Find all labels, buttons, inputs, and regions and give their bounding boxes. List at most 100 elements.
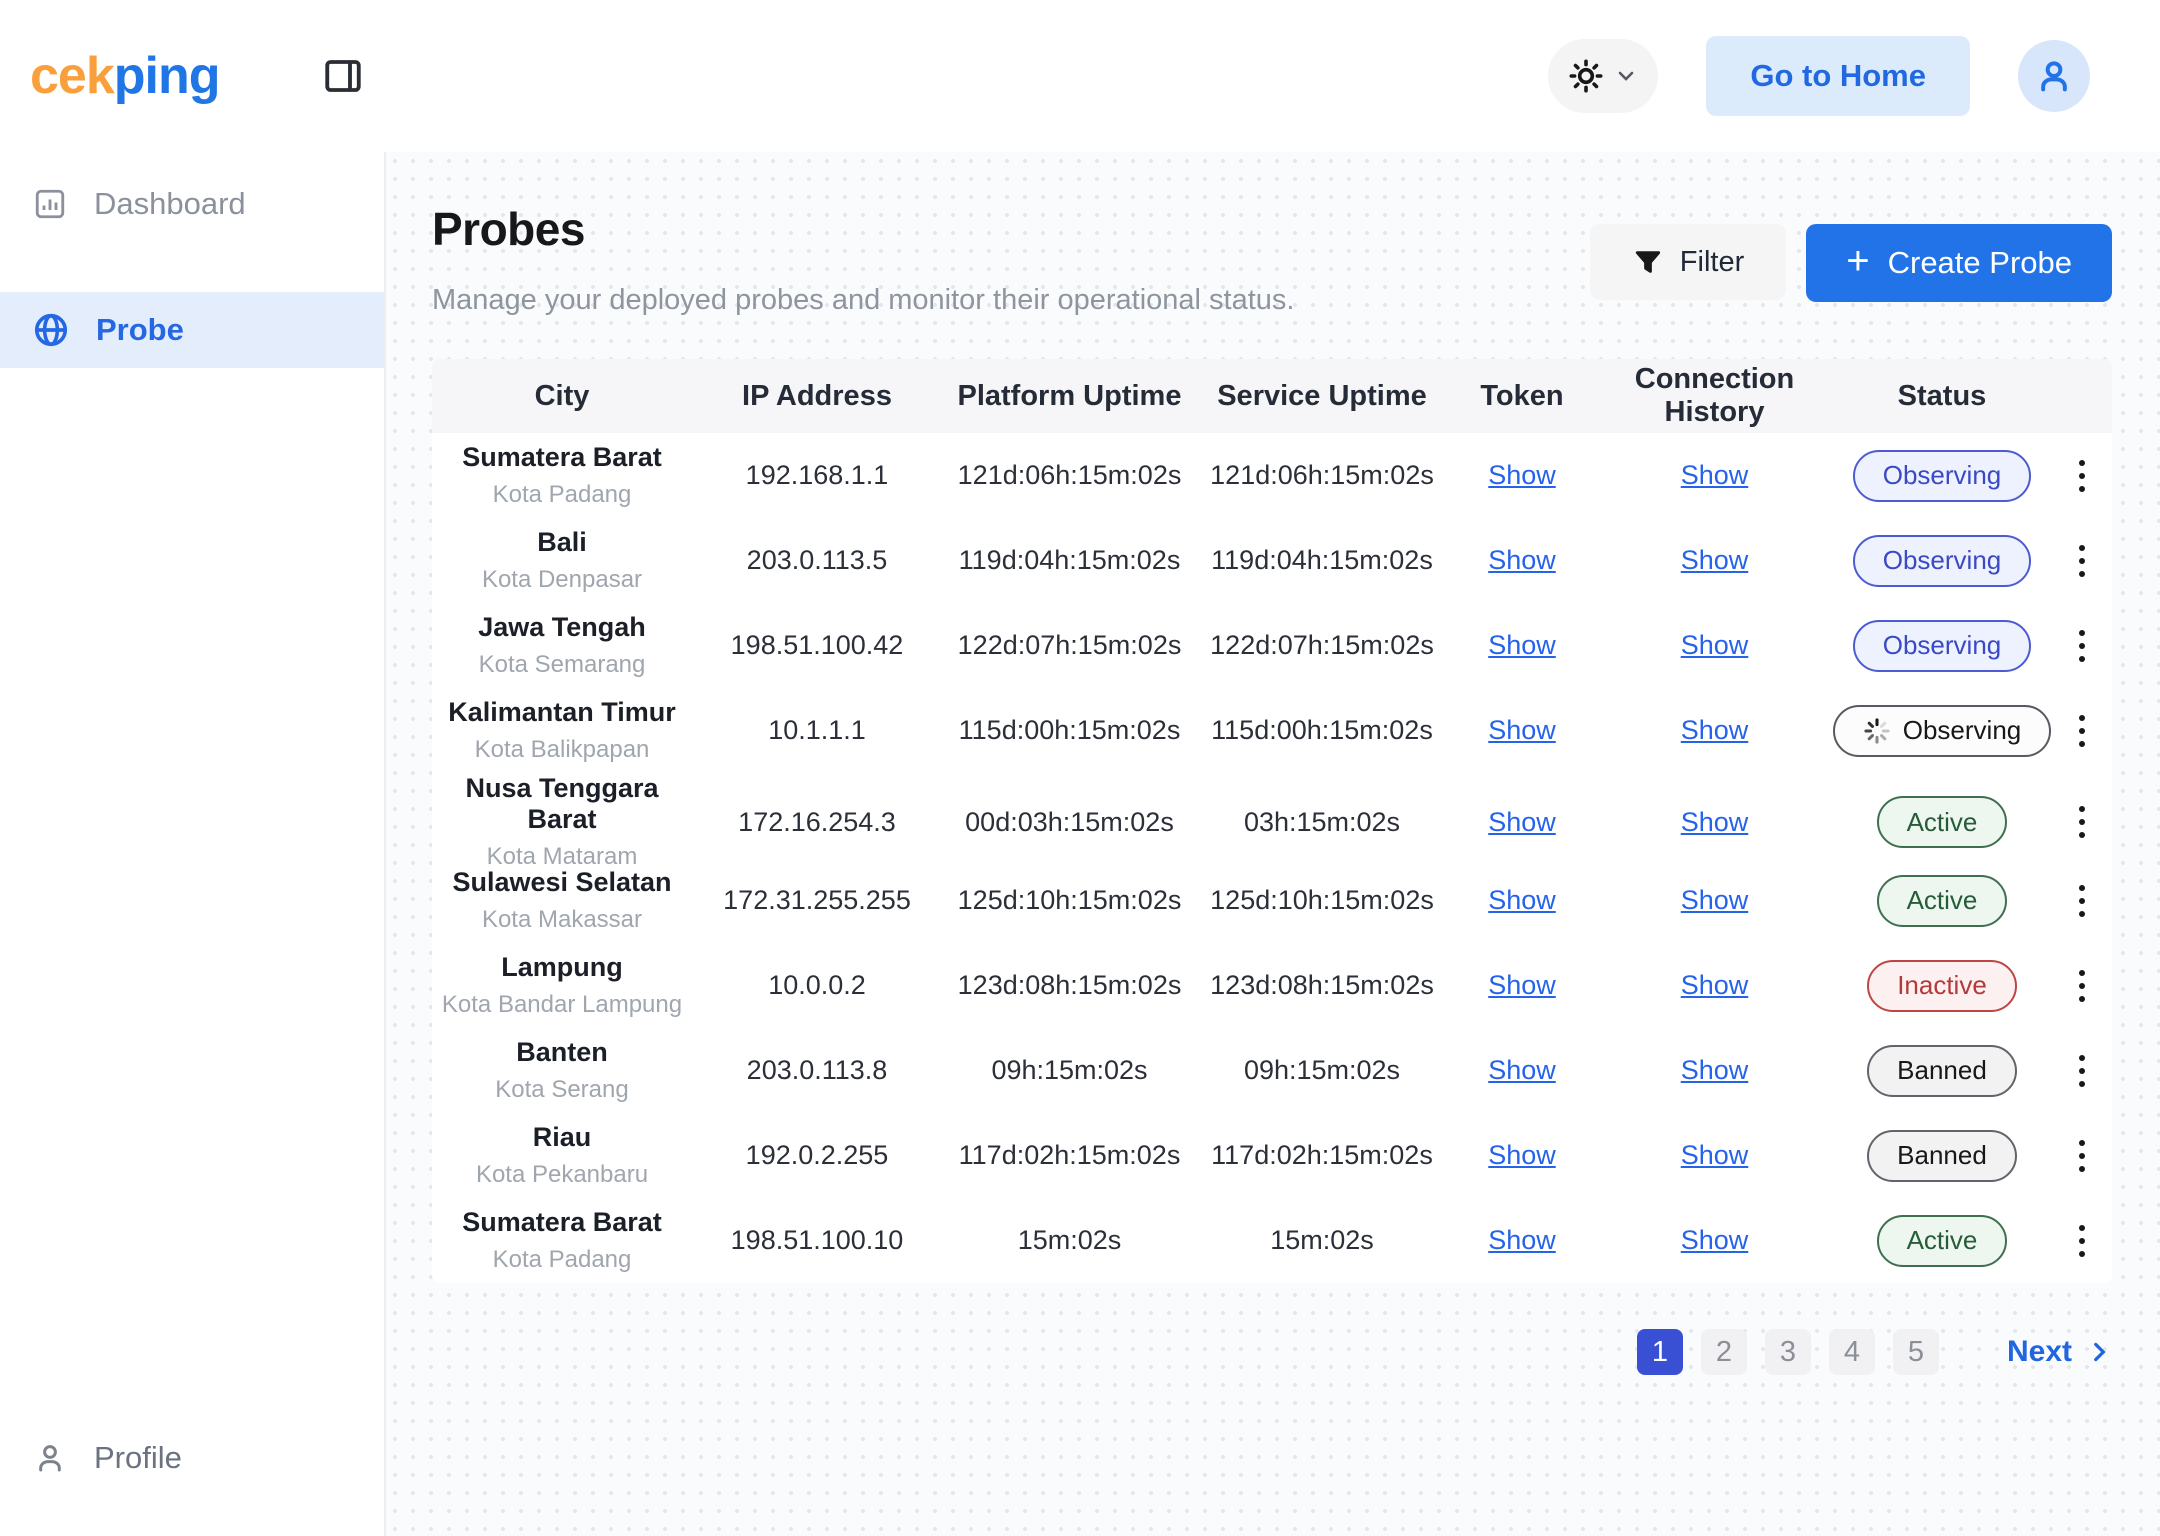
page-button-2[interactable]: 2: [1700, 1329, 1747, 1375]
status-label: Observing: [1882, 545, 2002, 575]
avatar[interactable]: [2018, 40, 2090, 112]
row-menu-button[interactable]: [2052, 1054, 2112, 1087]
token-show-link[interactable]: Show: [1488, 630, 1556, 660]
connection-history-show-link[interactable]: Show: [1681, 885, 1749, 915]
connection-history-show-link[interactable]: Show: [1681, 807, 1749, 837]
row-menu-button[interactable]: [2052, 1139, 2112, 1172]
row-menu-button[interactable]: [2052, 969, 2112, 1002]
platform-uptime: 00d:03h:15m:02s: [965, 806, 1174, 837]
status-label: Observing: [1902, 715, 2022, 745]
service-uptime: 125d:10h:15m:02s: [1210, 885, 1434, 915]
create-probe-button[interactable]: + Create Probe: [1806, 224, 2112, 302]
region-name: Banten: [516, 1037, 608, 1067]
sidebar-item-dashboard[interactable]: Dashboard: [0, 166, 384, 242]
token-show-link[interactable]: Show: [1488, 460, 1556, 490]
token-show-link[interactable]: Show: [1488, 545, 1556, 575]
token-show-link[interactable]: Show: [1488, 715, 1556, 745]
table-row: Banten Kota Serang 203.0.113.8 09h:15m:0…: [432, 1028, 2112, 1113]
go-to-home-button[interactable]: Go to Home: [1706, 36, 1970, 116]
column-header-connection-history: Connection History: [1634, 363, 1795, 428]
row-menu-button[interactable]: [2052, 544, 2112, 577]
token-show-link[interactable]: Show: [1488, 885, 1556, 915]
table-row: Nusa Tenggara Barat Kota Mataram 172.16.…: [432, 773, 2112, 870]
user-icon: [32, 1440, 68, 1476]
sidebar-item-label: Probe: [96, 312, 184, 347]
column-header-platform-uptime: Platform Uptime: [957, 379, 1182, 412]
token-show-link[interactable]: Show: [1488, 807, 1556, 837]
plus-icon: +: [1846, 239, 1870, 283]
filter-button[interactable]: Filter: [1589, 224, 1787, 300]
status-label: Active: [1906, 885, 1978, 915]
connection-history-show-link[interactable]: Show: [1681, 970, 1749, 1000]
row-menu-button[interactable]: [2052, 629, 2112, 662]
region-name: Sumatera Barat: [462, 1207, 662, 1237]
page-button-1[interactable]: 1: [1636, 1329, 1683, 1375]
city-name: Kota Bandar Lampung: [441, 991, 683, 1018]
table-row: Jawa Tengah Kota Semarang 198.51.100.42 …: [432, 603, 2112, 688]
token-show-link[interactable]: Show: [1488, 1140, 1556, 1170]
connection-history-show-link[interactable]: Show: [1681, 715, 1749, 745]
sidebar-item-profile[interactable]: Profile: [0, 1420, 384, 1496]
city-cell: Riau Kota Pekanbaru: [432, 1122, 692, 1189]
connection-history-show-link[interactable]: Show: [1681, 1055, 1749, 1085]
platform-uptime: 125d:10h:15m:02s: [957, 885, 1182, 915]
city-name: Kota Serang: [495, 1076, 629, 1103]
sidebar: Dashboard Probe Profile: [0, 152, 386, 1536]
ip-address: 172.16.254.3: [738, 806, 896, 837]
platform-uptime: 117d:02h:15m:02s: [958, 1140, 1181, 1170]
city-cell: Nusa Tenggara Barat Kota Mataram: [432, 773, 692, 871]
city-name: Kota Makassar: [481, 906, 643, 933]
sun-icon: [1568, 58, 1604, 94]
city-name: Kota Semarang: [478, 651, 646, 678]
row-menu-button[interactable]: [2052, 806, 2112, 838]
connection-history-show-link[interactable]: Show: [1681, 460, 1749, 490]
city-cell: Jawa Tengah Kota Semarang: [432, 612, 692, 679]
globe-icon: [32, 311, 70, 349]
service-uptime: 09h:15m:02s: [1243, 1055, 1401, 1085]
service-uptime: 117d:02h:15m:02s: [1211, 1140, 1433, 1170]
token-show-link[interactable]: Show: [1488, 1055, 1556, 1085]
page-header-text: Probes Manage your deployed probes and m…: [432, 202, 1294, 317]
chevron-down-icon: [1614, 64, 1638, 88]
row-menu-button[interactable]: [2052, 884, 2112, 917]
sidebar-item-probe[interactable]: Probe: [0, 292, 384, 368]
ip-address: 203.0.113.8: [746, 1055, 888, 1085]
column-header-city: City: [534, 379, 590, 412]
connection-history-show-link[interactable]: Show: [1681, 630, 1749, 660]
city-name: Kota Pekanbaru: [475, 1161, 649, 1188]
status-badge: Banned: [1867, 1129, 2017, 1182]
table-row: Sumatera Barat Kota Padang 198.51.100.10…: [432, 1198, 2112, 1283]
region-name: Riau: [532, 1122, 592, 1152]
status-badge: Inactive: [1867, 959, 2017, 1012]
page-button-3[interactable]: 3: [1764, 1329, 1811, 1375]
column-header-service-uptime: Service Uptime: [1217, 379, 1427, 412]
ip-address: 198.51.100.42: [730, 630, 904, 660]
ip-address: 192.168.1.1: [745, 460, 889, 490]
service-uptime: 123d:08h:15m:02s: [1210, 970, 1434, 1000]
row-menu-button[interactable]: [2052, 714, 2112, 747]
token-show-link[interactable]: Show: [1488, 970, 1556, 1000]
brand-logo-part1: cek: [30, 47, 115, 105]
row-menu-button[interactable]: [2052, 1224, 2112, 1257]
connection-history-show-link[interactable]: Show: [1681, 1140, 1749, 1170]
ip-address: 203.0.113.5: [746, 545, 888, 575]
probes-table: City IP Address Platform Uptime Service …: [432, 359, 2112, 1283]
page-button-5[interactable]: 5: [1892, 1329, 1939, 1375]
sidebar-toggle-button[interactable]: [320, 53, 366, 99]
connection-history-show-link[interactable]: Show: [1681, 1225, 1749, 1255]
connection-history-show-link[interactable]: Show: [1681, 545, 1749, 575]
token-show-link[interactable]: Show: [1488, 1225, 1556, 1255]
platform-uptime: 121d:06h:15m:02s: [957, 460, 1182, 490]
region-name: Sulawesi Selatan: [452, 867, 672, 897]
status-badge: Active: [1876, 874, 2008, 927]
table-row: Lampung Kota Bandar Lampung 10.0.0.2 123…: [432, 943, 2112, 1028]
service-uptime: 119d:04h:15m:02s: [1211, 545, 1433, 575]
user-icon: [2034, 56, 2074, 96]
ip-address: 172.31.255.255: [723, 885, 911, 915]
row-menu-button[interactable]: [2052, 459, 2112, 492]
next-page-button[interactable]: Next: [2007, 1335, 2112, 1369]
page-button-4[interactable]: 4: [1828, 1329, 1875, 1375]
table-body: Sumatera Barat Kota Padang 192.168.1.1 1…: [432, 433, 2112, 1283]
theme-toggle[interactable]: [1548, 39, 1659, 113]
